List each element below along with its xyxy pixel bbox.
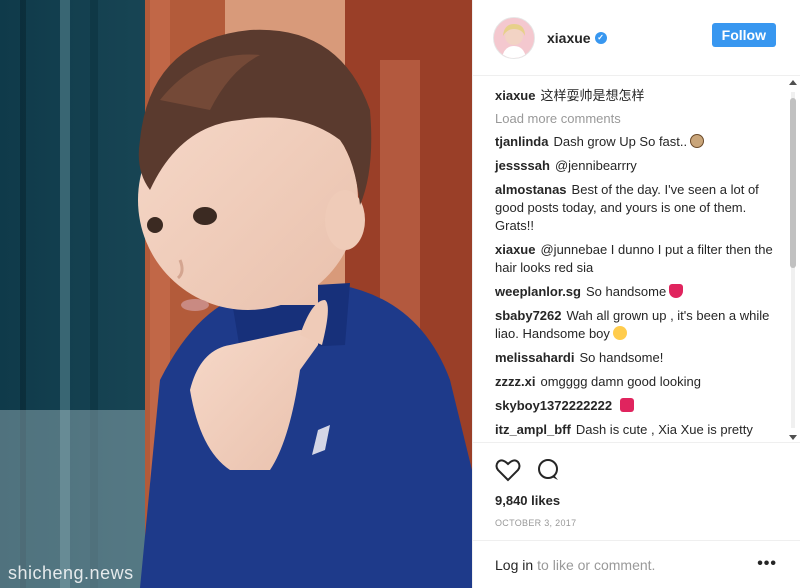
comment: sbaby7262 Wah all grown up , it's been a … <box>495 307 785 343</box>
comment-text: Dash grow Up So fast.. <box>553 134 688 149</box>
comment: jessssah @jennibearrry <box>495 157 785 175</box>
comment-bubble-icon[interactable] <box>535 458 561 482</box>
comment-username[interactable]: skyboy1372222222 <box>495 398 612 413</box>
avatar-image <box>494 17 534 58</box>
login-prompt-text: to like or comment. <box>537 556 656 573</box>
heart-box-icon <box>620 398 635 412</box>
post-panel: xiaxue ✓ Follow shicheng.news xiaxue 这样耍帅… <box>472 0 800 588</box>
comment: weeplanlor.sg So handsome <box>495 283 785 301</box>
broken-heart-icon <box>669 284 684 298</box>
comments-scrollbar[interactable] <box>788 80 798 440</box>
verified-badge-icon: ✓ <box>594 31 607 44</box>
comments-list: xiaxue 这样耍帅是想怎样 Load more comments tjanli… <box>473 77 785 441</box>
post-caption: xiaxue 这样耍帅是想怎样 <box>495 87 785 105</box>
comment: melissahardi So handsome! <box>495 349 785 367</box>
comment: xiaxue @junnebae I dunno I put a filter t… <box>495 241 785 277</box>
comment: zzzz.xi omgggg damn good looking <box>495 373 785 391</box>
comment-text: omgggg damn good looking <box>540 374 701 389</box>
action-icons <box>495 455 779 485</box>
post-header: xiaxue ✓ Follow shicheng.news <box>473 0 800 76</box>
load-more-comments-link[interactable]: Load more comments <box>495 111 785 126</box>
comment-username[interactable]: almostanas <box>495 182 567 197</box>
scroll-up-icon[interactable] <box>789 80 797 85</box>
post-actions: 9,840 likes OCTOBER 3, 2017 <box>473 442 800 528</box>
photo-illustration <box>0 0 472 588</box>
comment-username[interactable]: zzzz.xi <box>495 374 535 389</box>
post-date: OCTOBER 3, 2017 <box>495 518 577 528</box>
face-icon <box>690 134 705 148</box>
comment-username[interactable]: sbaby7262 <box>495 308 562 323</box>
login-link[interactable]: Log in <box>495 557 533 573</box>
comment-text: @junnebae I dunno I put a filter then th… <box>495 242 773 275</box>
login-bar: Log in to like or comment. ••• <box>473 540 800 588</box>
watermark-top: shicheng.news <box>732 6 792 16</box>
comment-username[interactable]: itz_ampl_bff <box>495 422 571 437</box>
comment-username[interactable]: jessssah <box>495 158 550 173</box>
comment-username[interactable]: melissahardi <box>495 350 575 365</box>
comment-text: Dash is cute , Xia Xue is pretty <box>575 422 753 437</box>
follow-button[interactable]: Follow <box>711 23 776 47</box>
comment-text[interactable]: @jennibearrry <box>555 158 637 173</box>
more-options-icon[interactable]: ••• <box>757 555 777 573</box>
comment: almostanas Best of the day. I've seen a l… <box>495 181 785 235</box>
caption-text: 这样耍帅是想怎样 <box>540 88 645 103</box>
comment-text: So handsome <box>585 284 667 299</box>
comment-username[interactable]: tjanlinda <box>495 134 548 149</box>
heart-eyes-icon <box>612 326 627 340</box>
comment-text: So handsome! <box>579 350 664 365</box>
header-username[interactable]: xiaxue <box>547 30 591 46</box>
comment: itz_ampl_bff Dash is cute , Xia Xue is pr… <box>495 421 785 439</box>
comment: skyboy1372222222 <box>495 397 785 415</box>
post-photo: shicheng.news <box>0 0 472 588</box>
comment: tjanlinda Dash grow Up So fast.. <box>495 133 785 151</box>
comment-username[interactable]: xiaxue <box>495 242 535 257</box>
likes-count[interactable]: 9,840 likes <box>495 493 779 508</box>
scroll-thumb[interactable] <box>790 98 796 268</box>
scroll-down-icon[interactable] <box>789 435 797 440</box>
watermark-bottom: shicheng.news <box>8 563 134 583</box>
avatar[interactable] <box>493 16 535 59</box>
caption-username[interactable]: xiaxue <box>495 88 535 103</box>
like-heart-icon[interactable] <box>495 458 521 482</box>
comment-username[interactable]: weeplanlor.sg <box>495 284 581 299</box>
